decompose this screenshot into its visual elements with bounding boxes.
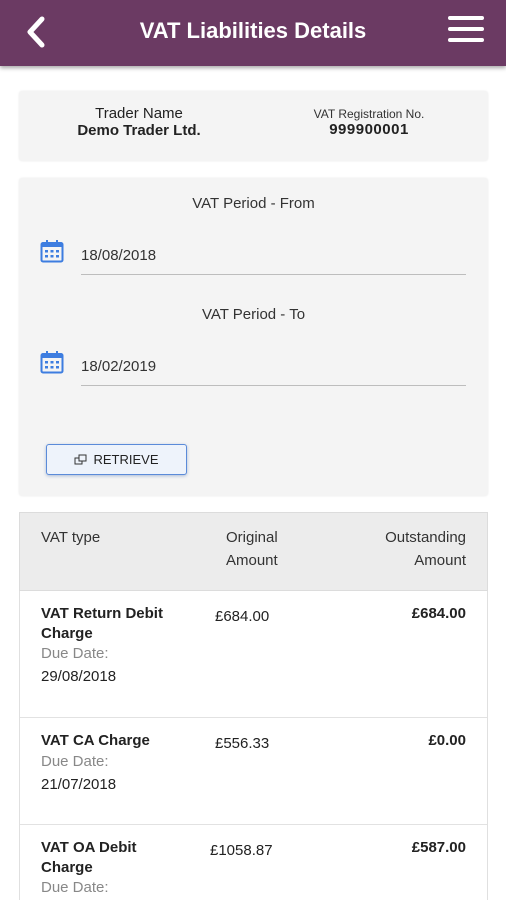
- row-original-amount: £684.00: [215, 608, 270, 625]
- col-original-line1: Original: [226, 529, 278, 546]
- trader-name-value: Demo Trader Ltd.: [77, 122, 201, 139]
- period-to-input[interactable]: 18/02/2019: [81, 358, 466, 386]
- row-original-amount: £1058.87: [210, 842, 273, 859]
- vrn-value: 999900001: [329, 121, 409, 138]
- app-bar: VAT Liabilities Details: [0, 0, 506, 66]
- retrieve-button[interactable]: RETRIEVE: [46, 444, 187, 475]
- row-vat-type: VAT CA Charge: [41, 732, 150, 749]
- col-outstanding-line1: Outstanding: [385, 529, 466, 546]
- row-outstanding-amount: £587.00: [411, 839, 466, 856]
- row-due-label: Due Date:: [41, 645, 109, 662]
- vrn-label: VAT Registration No.: [313, 107, 425, 121]
- row-vat-type: VAT OA Debit Charge: [41, 839, 137, 876]
- row-due-date: 21/07/2018: [41, 776, 117, 793]
- vrn-block: VAT Registration No. 999900001: [289, 107, 449, 138]
- calendar-icon[interactable]: [40, 350, 64, 374]
- row-due-date: 29/08/2018: [41, 668, 117, 685]
- table-row[interactable]: VAT OA Debit Charge Due Date: £1058.87 £…: [20, 825, 487, 900]
- table-row[interactable]: VAT Return Debit Charge Due Date: 29/08/…: [20, 591, 487, 718]
- calendar-icon[interactable]: [40, 239, 64, 263]
- col-original-line2: Amount: [226, 552, 278, 569]
- col-vat-type: VAT type: [41, 529, 101, 546]
- row-original-amount: £556.33: [215, 735, 270, 752]
- trader-name-block: Trader Name Demo Trader Ltd.: [59, 105, 219, 139]
- period-from-label: VAT Period - From: [192, 195, 315, 212]
- row-vat-type: VAT Return Debit Charge: [41, 605, 163, 642]
- col-outstanding-line2: Amount: [414, 552, 466, 569]
- row-outstanding-amount: £684.00: [411, 605, 466, 622]
- trader-name-label: Trader Name: [95, 105, 183, 122]
- retrieve-label: RETRIEVE: [93, 452, 159, 467]
- table-header: VAT type Original Amount Outstanding Amo…: [19, 512, 488, 591]
- windows-icon: [74, 454, 87, 464]
- row-outstanding-amount: £0.00: [428, 732, 466, 749]
- row-due-label: Due Date:: [41, 879, 109, 896]
- vat-period-card: VAT Period - From 18/08/2018 VAT Period …: [19, 178, 488, 496]
- period-from-input[interactable]: 18/08/2018: [81, 247, 466, 275]
- period-to-label: VAT Period - To: [201, 306, 306, 323]
- hamburger-menu-icon[interactable]: [448, 16, 484, 48]
- table-row[interactable]: VAT CA Charge Due Date: 21/07/2018 £556.…: [20, 718, 487, 825]
- page-title: VAT Liabilities Details: [139, 18, 367, 43]
- trader-info-card: Trader Name Demo Trader Ltd. VAT Registr…: [19, 91, 488, 161]
- liabilities-list[interactable]: VAT Return Debit Charge Due Date: 29/08/…: [19, 591, 488, 900]
- row-due-label: Due Date:: [41, 753, 109, 770]
